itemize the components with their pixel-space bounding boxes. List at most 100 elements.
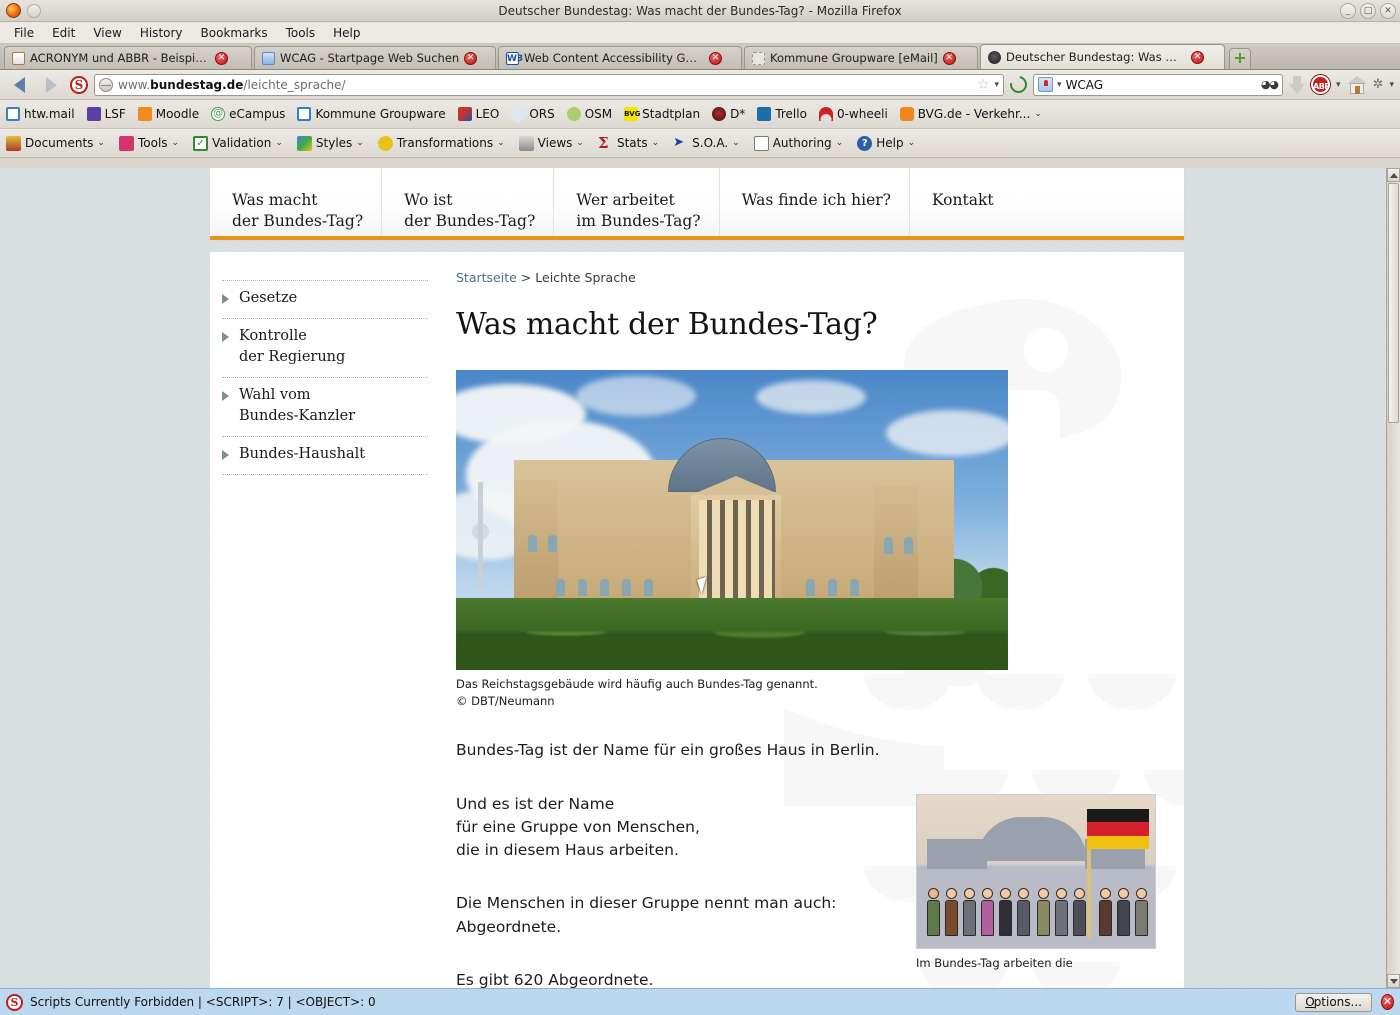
tab-wcag-spec[interactable]: W3 Web Content Accessibility Guidel... ✕	[498, 46, 742, 69]
home-icon[interactable]	[1346, 75, 1367, 94]
window-controls[interactable]: _ □ ✕	[1340, 3, 1396, 19]
tab-close-icon[interactable]: ✕	[464, 51, 478, 65]
devtool-help[interactable]: ? Help ⌄	[857, 135, 916, 151]
tab-close-icon[interactable]: ✕	[942, 51, 956, 65]
menu-help[interactable]: Help	[325, 24, 368, 42]
devtool-views[interactable]: Views ⌄	[518, 135, 584, 151]
tab-close-icon[interactable]: ✕	[1191, 50, 1204, 64]
menu-edit[interactable]: Edit	[44, 24, 83, 42]
chevron-down-icon[interactable]: ▾	[1057, 80, 1062, 90]
address-bar[interactable]: www.bundestag.de/leichte_sprache/ ☆ ▾	[94, 73, 1005, 96]
chevron-down-icon[interactable]: ▾	[995, 80, 1000, 90]
scroll-down-button[interactable]	[1387, 974, 1400, 988]
chevron-down-icon[interactable]: ▾	[1389, 80, 1394, 90]
sidebar-item-kontrolle-der-regierung[interactable]: Kontrolle der Regierung	[222, 319, 428, 379]
bookmark-osm[interactable]: OSM	[566, 107, 612, 121]
bookmark-lsf[interactable]: LSF	[86, 107, 126, 121]
navigation-toolbar[interactable]: S www.bundestag.de/leichte_sprache/ ☆ ▾ …	[0, 70, 1400, 100]
nav-was-finde-ich-hier[interactable]: Was finde ich hier?	[719, 168, 910, 236]
bookmark-trello[interactable]: Trello	[757, 107, 807, 121]
bookmark-htw-mail[interactable]: htw.mail	[6, 107, 75, 121]
web-developer-toolbar[interactable]: Documents ⌄ Tools ⌄ ✓ Validation ⌄ Styles ⌄ T…	[0, 129, 1400, 158]
bookmark-diaspora[interactable]: D*	[712, 107, 745, 121]
noscript-icon[interactable]: S	[70, 75, 88, 94]
bookmark-ecampus[interactable]: @ eCampus	[211, 107, 285, 121]
search-input[interactable]: WCAG	[1066, 78, 1257, 92]
noscript-status-icon[interactable]: S	[6, 993, 23, 1011]
menu-view[interactable]: View	[85, 24, 129, 42]
devtool-stats[interactable]: Σ Stats ⌄	[598, 135, 660, 151]
sidebar-item-bundes-haushalt[interactable]: Bundes-Haushalt	[222, 437, 428, 476]
devtool-styles[interactable]: Styles ⌄	[296, 135, 364, 151]
tab-bar[interactable]: ACRONYM und ABBR - Beispiele a... ✕ WCAG…	[0, 44, 1400, 70]
nav-wo-ist-der-bundestag[interactable]: Wo ist der Bundes-Tag?	[382, 168, 555, 236]
bookmark-wheeli[interactable]: 0-wheeli	[818, 107, 888, 121]
bug-icon[interactable]: ✲	[1373, 77, 1384, 92]
chevron-down-icon[interactable]: ⌄	[732, 138, 740, 148]
devtool-tools[interactable]: Tools ⌄	[118, 135, 180, 151]
nav-wer-arbeitet-im-bundestag[interactable]: Wer arbeitet im Bundes-Tag?	[554, 168, 720, 236]
chevron-down-icon[interactable]: ⌄	[172, 138, 180, 148]
bookmark-ors[interactable]: ORS	[508, 104, 555, 124]
site-main-navigation[interactable]: Was macht der Bundes-Tag? Wo ist der Bun…	[210, 168, 1184, 240]
chevron-down-icon[interactable]: ⌄	[576, 138, 584, 148]
chevron-down-icon[interactable]: ⌄	[275, 138, 283, 148]
chevron-down-icon[interactable]: ⌄	[497, 138, 505, 148]
sidebar-item-wahl-vom-bundeskanzler[interactable]: Wahl vom Bundes-Kanzler	[222, 378, 428, 438]
site-sidebar[interactable]: Gesetze Kontrolle der Regierung Wahl vom…	[210, 252, 442, 988]
minimize-button[interactable]: _	[1340, 3, 1356, 19]
binoculars-icon[interactable]: ◕◕	[1261, 78, 1279, 91]
tab-bundestag[interactable]: Deutscher Bundestag: Was mach... ✕	[980, 44, 1225, 69]
forward-button[interactable]	[38, 73, 64, 97]
chevron-down-icon[interactable]: ▾	[1336, 80, 1341, 90]
search-engine-icon[interactable]	[1038, 77, 1054, 92]
bookmarks-toolbar[interactable]: htw.mail LSF Moodle @ eCampus Kommune Gro…	[0, 100, 1400, 129]
chevron-down-icon[interactable]: ⌄	[836, 138, 844, 148]
devtool-authoring[interactable]: Authoring ⌄	[753, 135, 844, 151]
chevron-down-icon[interactable]: ⌄	[652, 138, 660, 148]
bookmark-bvg-rss[interactable]: BVG.de - Verkehr... ⌄	[899, 107, 1042, 121]
tab-acronym[interactable]: ACRONYM und ABBR - Beispiele a... ✕	[4, 46, 252, 69]
tab-wcag-startpage[interactable]: WCAG - Startpage Web Suchen ✕	[254, 46, 496, 69]
menu-bookmarks[interactable]: Bookmarks	[193, 24, 276, 42]
chevron-down-icon[interactable]: ⌄	[1034, 109, 1042, 119]
options-button[interactable]: Options...	[1295, 992, 1372, 1012]
menu-bar[interactable]: File Edit View History Bookmarks Tools H…	[0, 22, 1400, 44]
close-notification-icon[interactable]: ✕	[1381, 994, 1394, 1010]
tab-close-icon[interactable]: ✕	[215, 51, 228, 65]
devtool-soa[interactable]: ➤ S.O.A. ⌄	[673, 135, 740, 151]
reload-icon[interactable]	[1006, 72, 1031, 97]
chevron-down-icon[interactable]: ⌄	[356, 138, 364, 148]
devtool-documents[interactable]: Documents ⌄	[6, 135, 105, 151]
nav-was-macht-der-bundestag[interactable]: Was macht der Bundes-Tag?	[210, 168, 383, 236]
search-bar[interactable]: ▾ WCAG ◕◕	[1033, 73, 1284, 96]
chevron-down-icon[interactable]: ⌄	[908, 138, 916, 148]
downloads-button[interactable]	[1289, 75, 1306, 94]
chevron-down-icon[interactable]: ⌄	[97, 138, 105, 148]
nav-kontakt[interactable]: Kontakt	[910, 168, 1184, 236]
close-window-button[interactable]: ✕	[1380, 3, 1396, 19]
bookmark-kommune-groupware[interactable]: Kommune Groupware	[297, 107, 446, 121]
devtool-transformations[interactable]: Transformations ⌄	[377, 135, 505, 151]
tab-kommune-groupware[interactable]: Kommune Groupware [eMail] ✕	[744, 46, 978, 69]
blank-icon	[752, 51, 765, 65]
scroll-up-button[interactable]	[1387, 168, 1400, 182]
devtool-validation[interactable]: ✓ Validation ⌄	[193, 135, 283, 151]
maximize-button[interactable]: □	[1360, 3, 1376, 19]
breadcrumb-startseite[interactable]: Startseite	[456, 270, 517, 285]
tab-close-icon[interactable]: ✕	[709, 51, 722, 65]
bookmark-moodle[interactable]: Moodle	[137, 107, 199, 121]
bookmark-star-icon[interactable]: ☆	[977, 77, 990, 93]
bookmark-leo[interactable]: LEO	[457, 107, 499, 121]
vertical-scrollbar[interactable]	[1386, 168, 1400, 988]
back-button[interactable]	[6, 73, 32, 97]
adblock-icon[interactable]: ABP	[1311, 75, 1330, 94]
menu-history[interactable]: History	[132, 24, 191, 42]
checkbox-icon: ✓	[193, 135, 209, 151]
scrollbar-thumb[interactable]	[1388, 183, 1399, 423]
new-tab-button[interactable]: +	[1229, 48, 1251, 69]
sidebar-item-gesetze[interactable]: Gesetze	[222, 280, 428, 320]
bookmark-stadtplan[interactable]: BVG Stadtplan	[624, 107, 700, 121]
menu-tools[interactable]: Tools	[278, 24, 324, 42]
menu-file[interactable]: File	[6, 24, 42, 42]
